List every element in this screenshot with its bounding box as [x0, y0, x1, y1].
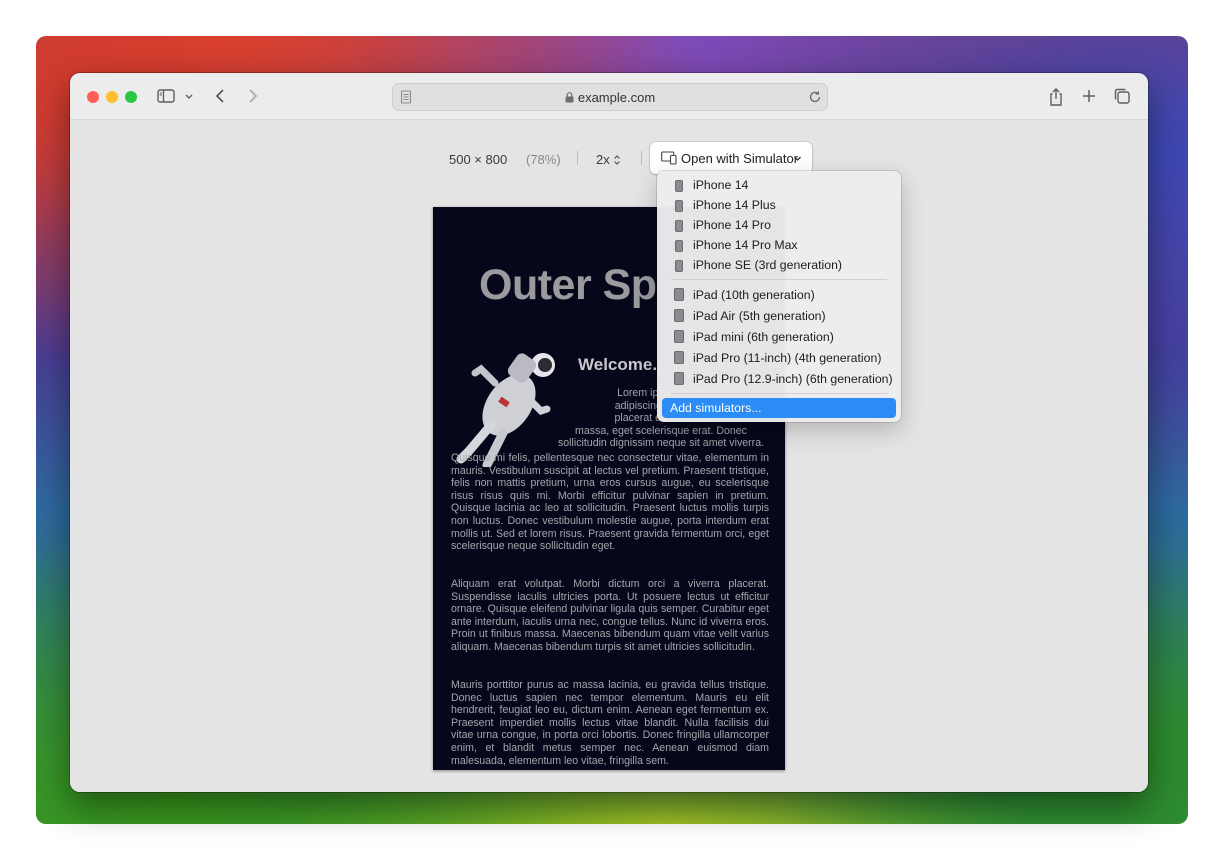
menu-item-label: iPad Air (5th generation) — [693, 309, 826, 323]
menu-item-ipad-mini[interactable]: iPad mini (6th generation) — [662, 327, 896, 347]
close-button[interactable] — [87, 91, 99, 103]
reload-icon[interactable] — [807, 89, 823, 110]
menu-item-label: iPad Pro (11-inch) (4th generation) — [693, 351, 882, 365]
toolbar: example.com — [70, 73, 1148, 120]
menu-item-label: iPad (10th generation) — [693, 288, 815, 302]
menu-item-label: iPhone 14 Pro — [693, 218, 771, 232]
maximize-button[interactable] — [125, 91, 137, 103]
lock-icon — [565, 91, 574, 106]
control-separator — [641, 151, 642, 165]
sidebar-icon[interactable] — [156, 86, 178, 106]
menu-item-label: iPad Pro (12.9-inch) (6th generation) — [693, 372, 893, 386]
paragraph: Mauris porttitor purus ac massa lacinia,… — [451, 679, 769, 767]
menu-item-iphone-14-pro-max[interactable]: iPhone 14 Pro Max — [662, 235, 896, 255]
url-text: example.com — [577, 90, 656, 105]
tablet-icon — [674, 288, 684, 306]
new-tab-icon[interactable] — [1079, 86, 1101, 106]
tablet-icon — [674, 351, 684, 369]
tablet-icon — [674, 372, 684, 390]
open-with-simulator-label: Open with Simulator — [681, 151, 799, 166]
forward-icon[interactable] — [242, 86, 264, 106]
scale-select[interactable]: 2x — [596, 152, 621, 169]
menu-separator — [671, 279, 887, 280]
control-separator — [577, 151, 578, 165]
open-with-simulator-button[interactable]: Open with Simulator — [650, 142, 812, 174]
menu-item-label: iPhone 14 Plus — [693, 198, 776, 212]
scale-label: 2x — [596, 152, 610, 167]
menu-item-ipad-pro-11[interactable]: iPad Pro (11-inch) (4th generation) — [662, 348, 896, 368]
menu-item-iphone-14[interactable]: iPhone 14 — [662, 175, 896, 195]
menu-item-label: iPhone SE (3rd generation) — [693, 258, 843, 272]
paragraph: Aliquam erat volutpat. Morbi dictum orci… — [451, 578, 769, 653]
intro-line: sollicitudin dignissim neque sit amet vi… — [557, 437, 765, 450]
menu-item-label: iPhone 14 — [693, 178, 749, 192]
chevron-down-icon — [793, 151, 802, 169]
menu-separator — [671, 393, 887, 394]
menu-item-iphone-14-pro[interactable]: iPhone 14 Pro — [662, 215, 896, 235]
menu-item-iphone-14-plus[interactable]: iPhone 14 Plus — [662, 195, 896, 215]
astronaut-image — [456, 353, 555, 467]
back-icon[interactable] — [211, 86, 233, 106]
intro-line: massa, eget scelerisque erat. Donec — [575, 424, 747, 437]
tablet-icon — [674, 330, 684, 348]
viewport-size[interactable]: 500 × 800 — [449, 152, 507, 167]
menu-item-iphone-se[interactable]: iPhone SE (3rd generation) — [662, 255, 896, 275]
menu-item-label: iPhone 14 Pro Max — [693, 238, 798, 252]
safari-window: example.com 500 × 800 (78%) 2x Open with… — [70, 73, 1148, 792]
address-bar[interactable]: example.com — [392, 83, 828, 111]
add-simulators-label: Add simulators... — [670, 401, 762, 415]
share-icon[interactable] — [1046, 86, 1068, 106]
menu-item-ipad-10th[interactable]: iPad (10th generation) — [662, 285, 896, 305]
device-icon — [661, 151, 677, 170]
minimize-button[interactable] — [106, 91, 118, 103]
responsive-design-mode: 500 × 800 (78%) 2x Open with Simulator O… — [70, 120, 1148, 792]
add-simulators-item[interactable]: Add simulators... — [662, 398, 896, 418]
url-display: example.com — [393, 90, 827, 106]
tablet-icon — [674, 309, 684, 327]
menu-item-ipad-pro-12-9[interactable]: iPad Pro (12.9-inch) (6th generation) — [662, 369, 896, 389]
zoom-level: (78%) — [526, 152, 561, 167]
chevron-down-icon[interactable] — [182, 86, 196, 106]
updown-chevron-icon — [613, 154, 621, 169]
phone-icon — [675, 259, 683, 277]
simulator-menu: iPhone 14 iPhone 14 Plus iPhone 14 Pro i… — [657, 171, 901, 422]
menu-item-label: iPad mini (6th generation) — [693, 330, 834, 344]
menu-item-ipad-air[interactable]: iPad Air (5th generation) — [662, 306, 896, 326]
welcome-heading: Welcome.. — [578, 355, 662, 374]
page-heading: Outer Sp — [479, 261, 657, 309]
paragraph: Quisque mi felis, pellentesque nec conse… — [451, 452, 769, 553]
tab-overview-icon[interactable] — [1112, 86, 1134, 106]
